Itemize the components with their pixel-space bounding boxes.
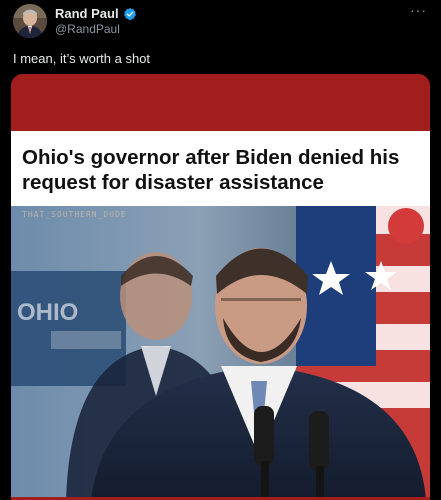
media-top-band — [11, 74, 430, 131]
podium-sign-text: OHIO — [17, 299, 78, 326]
tweet-media-image[interactable]: Ohio's governor after Biden denied his r… — [11, 74, 430, 500]
avatar[interactable] — [13, 4, 47, 38]
author-handle[interactable]: @RandPaul — [55, 22, 120, 36]
tweet-text: I mean, it’s worth a shot — [13, 51, 151, 66]
media-photo: OHIO — [11, 206, 430, 500]
verified-badge-icon — [123, 7, 136, 20]
tweet: Rand Paul @RandPaul ··· I mean, it’s wor… — [0, 0, 441, 500]
media-watermark: THAT_SOUTHERN_DUDE — [22, 210, 127, 219]
more-options-icon[interactable]: ··· — [410, 2, 427, 18]
avatar-image — [13, 4, 47, 38]
author-name-text: Rand Paul — [55, 6, 119, 21]
author-name[interactable]: Rand Paul — [55, 6, 137, 21]
media-headline: Ohio's governor after Biden denied his r… — [22, 146, 400, 194]
